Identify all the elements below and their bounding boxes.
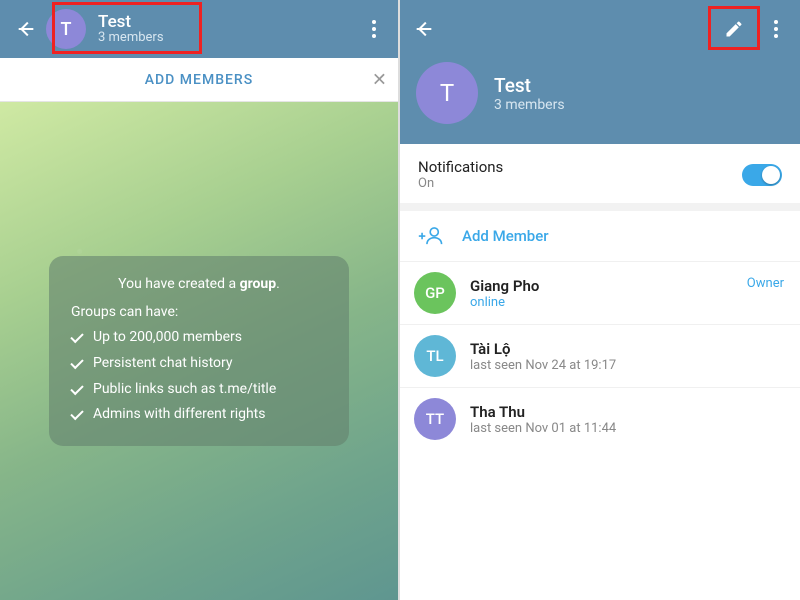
member-avatar: TT xyxy=(414,398,456,440)
group-title-block[interactable]: T Test 3 members xyxy=(46,9,164,49)
member-initials: TL xyxy=(426,347,443,365)
feature-text: Public links such as t.me/title xyxy=(93,379,276,401)
notifications-value: On xyxy=(418,176,503,191)
notifications-toggle[interactable] xyxy=(742,164,782,186)
check-icon xyxy=(70,407,83,420)
feature-item: Public links such as t.me/title xyxy=(71,379,327,401)
add-members-label: ADD MEMBERS xyxy=(145,72,253,88)
group-avatar: T xyxy=(416,62,478,124)
chat-area: You have created a group. Groups can hav… xyxy=(0,102,398,600)
group-info-pane: T Test 3 members Notifications On Add Me… xyxy=(400,0,800,600)
member-name: Tài Lộ xyxy=(470,340,616,358)
more-menu-button[interactable] xyxy=(756,0,796,58)
member-status: last seen Nov 01 at 11:44 xyxy=(470,421,616,436)
group-created-card: You have created a group. Groups can hav… xyxy=(49,256,349,446)
card-title-post: . xyxy=(276,276,280,292)
group-members-count: 3 members xyxy=(494,97,565,113)
feature-text: Admins with different rights xyxy=(93,404,265,426)
member-status: last seen Nov 24 at 19:17 xyxy=(470,358,616,373)
member-initials: TT xyxy=(426,410,444,428)
member-role: Owner xyxy=(747,276,784,291)
member-row[interactable]: TT Tha Thulast seen Nov 01 at 11:44 xyxy=(400,387,800,450)
card-subtitle: Groups can have: xyxy=(71,302,327,324)
feature-list: Up to 200,000 members Persistent chat hi… xyxy=(71,327,327,426)
check-icon xyxy=(70,381,83,394)
check-icon xyxy=(70,330,83,343)
back-button[interactable] xyxy=(8,11,44,47)
member-row[interactable]: TL Tài Lộlast seen Nov 24 at 19:17 xyxy=(400,324,800,387)
notifications-label: Notifications xyxy=(418,158,503,176)
card-title: You have created a group. xyxy=(71,274,327,296)
member-row[interactable]: GP Giang Phoonline Owner xyxy=(400,261,800,324)
more-menu-button[interactable] xyxy=(354,0,394,58)
group-name: Test xyxy=(494,74,565,97)
member-initials: GP xyxy=(425,284,445,302)
feature-text: Up to 200,000 members xyxy=(93,327,242,349)
edit-button[interactable] xyxy=(712,0,756,58)
add-member-row[interactable]: Add Member xyxy=(400,211,800,261)
feature-item: Admins with different rights xyxy=(71,404,327,426)
notifications-row[interactable]: Notifications On xyxy=(400,144,800,211)
member-name: Tha Thu xyxy=(470,403,616,421)
chat-pane: T Test 3 members ADD MEMBERS ✕ You have … xyxy=(0,0,400,600)
info-header xyxy=(400,0,800,58)
feature-item: Persistent chat history xyxy=(71,353,327,375)
check-icon xyxy=(70,356,83,369)
kebab-icon xyxy=(774,20,778,38)
kebab-icon xyxy=(372,20,376,38)
group-members-count: 3 members xyxy=(98,31,164,45)
member-name: Giang Pho xyxy=(470,277,539,295)
card-title-pre: You have created a xyxy=(118,276,239,292)
add-members-bar[interactable]: ADD MEMBERS ✕ xyxy=(0,58,398,102)
back-button[interactable] xyxy=(406,11,442,47)
feature-text: Persistent chat history xyxy=(93,353,233,375)
add-member-icon xyxy=(418,225,444,247)
back-arrow-icon xyxy=(413,18,435,40)
pencil-icon xyxy=(724,19,744,39)
group-name: Test xyxy=(98,13,164,32)
close-icon[interactable]: ✕ xyxy=(372,69,388,90)
back-arrow-icon xyxy=(15,18,37,40)
member-avatar: GP xyxy=(414,272,456,314)
group-profile: T Test 3 members xyxy=(400,58,800,144)
member-avatar: TL xyxy=(414,335,456,377)
add-member-label: Add Member xyxy=(462,227,549,245)
member-status: online xyxy=(470,295,539,310)
feature-item: Up to 200,000 members xyxy=(71,327,327,349)
card-title-bold: group xyxy=(240,276,277,292)
chat-header: T Test 3 members xyxy=(0,0,398,58)
members-list: GPGiang PhoonlineOwnerTLTài Lộlast seen … xyxy=(400,261,800,450)
group-avatar-letter: T xyxy=(61,19,72,40)
group-avatar: T xyxy=(46,9,86,49)
group-avatar-letter: T xyxy=(440,79,454,107)
